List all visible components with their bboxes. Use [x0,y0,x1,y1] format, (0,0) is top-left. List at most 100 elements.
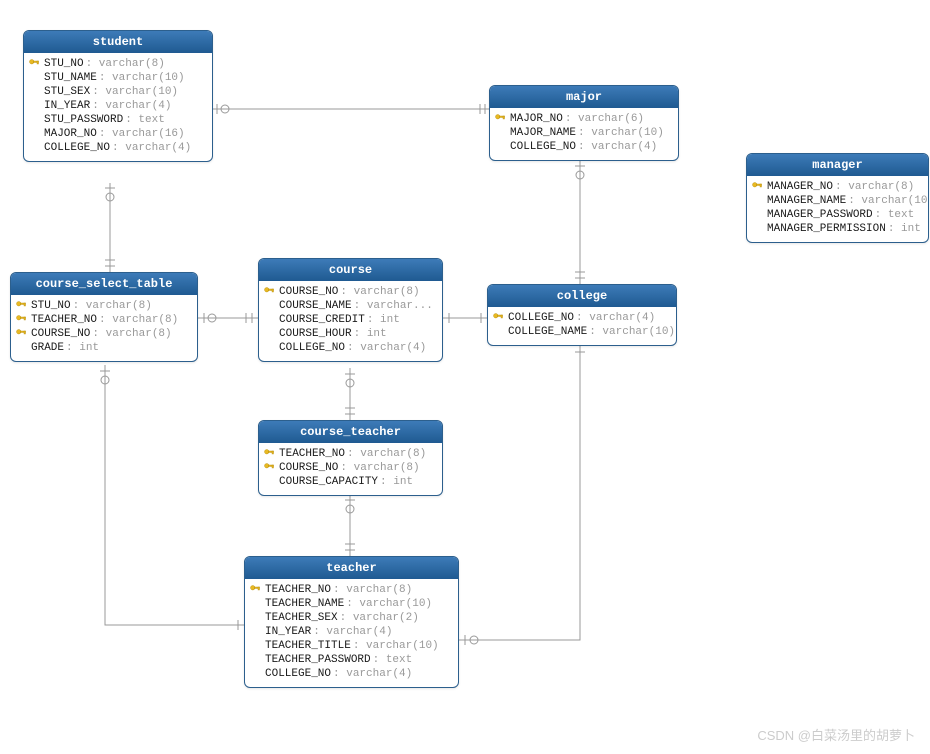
field-type: : varchar(8) [340,462,419,474]
field-row: MAJOR_NAME: varchar(10) [494,126,672,140]
field-name: TEACHER_NO [265,584,331,596]
field-name: MAJOR_NO [44,128,97,140]
entity-title: course_teacher [259,421,442,443]
field-type: : varchar(4) [333,668,412,680]
field-name: MANAGER_PASSWORD [767,209,873,221]
field-row: MANAGER_NO: varchar(8) [751,180,922,194]
primary-key-icon [492,312,506,324]
field-name: IN_YEAR [265,626,311,638]
field-type: : varchar(10) [848,195,929,207]
field-name: MANAGER_PERMISSION [767,223,886,235]
field-name: MAJOR_NO [510,113,563,125]
field-name: MAJOR_NAME [510,127,576,139]
field-type: : varchar(4) [92,100,171,112]
field-row: IN_YEAR: varchar(4) [28,99,206,113]
entity-title: teacher [245,557,458,579]
primary-key-icon [263,448,277,460]
field-type: : varchar(4) [578,141,657,153]
field-type: : varchar(8) [333,584,412,596]
watermark-text: CSDN @白菜汤里的胡萝卜 [757,725,915,744]
field-type: : text [875,209,915,221]
field-name: IN_YEAR [44,100,90,112]
entity-fields: COLLEGE_NO: varchar(4)COLLEGE_NAME: varc… [488,307,676,345]
field-type: : varchar(10) [589,326,675,338]
field-row: STU_NO: varchar(8) [15,299,191,313]
field-row: TEACHER_NO: varchar(8) [15,313,191,327]
entity-title: major [490,86,678,108]
field-row: COLLEGE_NAME: varchar(10) [492,325,670,339]
entity-course[interactable]: courseCOURSE_NO: varchar(8)COURSE_NAME: … [258,258,443,362]
field-name: TEACHER_TITLE [265,640,351,652]
entity-fields: TEACHER_NO: varchar(8)COURSE_NO: varchar… [259,443,442,495]
entity-major[interactable]: majorMAJOR_NO: varchar(6)MAJOR_NAME: var… [489,85,679,161]
field-row: MANAGER_NAME: varchar(10) [751,194,922,208]
field-type: : varchar(16) [99,128,185,140]
field-type: : int [354,328,387,340]
field-row: TEACHER_SEX: varchar(2) [249,611,452,625]
field-name: GRADE [31,342,64,354]
field-type: : int [380,476,413,488]
entity-course_select_table[interactable]: course_select_tableSTU_NO: varchar(8)TEA… [10,272,198,362]
field-row: COURSE_CREDIT: int [263,313,436,327]
field-name: COURSE_CREDIT [279,314,365,326]
field-row: COURSE_CAPACITY: int [263,475,436,489]
entity-manager[interactable]: managerMANAGER_NO: varchar(8)MANAGER_NAM… [746,153,929,243]
field-name: COLLEGE_NO [44,142,110,154]
entity-title: course_select_table [11,273,197,295]
field-row: MANAGER_PASSWORD: text [751,208,922,222]
field-name: TEACHER_NO [279,448,345,460]
field-row: COLLEGE_NO: varchar(4) [492,311,670,325]
field-name: COURSE_NO [31,328,90,340]
field-name: STU_NAME [44,72,97,84]
field-type: : varchar(8) [73,300,152,312]
field-type: : varchar(8) [835,181,914,193]
field-name: STU_NO [31,300,71,312]
field-row: COLLEGE_NO: varchar(4) [263,341,436,355]
entity-title: student [24,31,212,53]
field-name: COURSE_NO [279,286,338,298]
field-name: STU_PASSWORD [44,114,123,126]
field-row: COLLEGE_NO: varchar(4) [494,140,672,154]
field-name: MANAGER_NO [767,181,833,193]
entity-student[interactable]: studentSTU_NO: varchar(8)STU_NAME: varch… [23,30,213,162]
field-name: TEACHER_SEX [265,612,338,624]
field-type: : varchar(10) [346,598,432,610]
field-row: IN_YEAR: varchar(4) [249,625,452,639]
field-name: COLLEGE_NO [279,342,345,354]
entity-fields: COURSE_NO: varchar(8)COURSE_NAME: varcha… [259,281,442,361]
field-type: : int [367,314,400,326]
field-name: TEACHER_PASSWORD [265,654,371,666]
field-name: COURSE_HOUR [279,328,352,340]
entity-fields: STU_NO: varchar(8)TEACHER_NO: varchar(8)… [11,295,197,361]
entity-course_teacher[interactable]: course_teacherTEACHER_NO: varchar(8)COUR… [258,420,443,496]
entity-college[interactable]: collegeCOLLEGE_NO: varchar(4)COLLEGE_NAM… [487,284,677,346]
field-type: : varchar(8) [86,58,165,70]
field-row: TEACHER_NO: varchar(8) [263,447,436,461]
field-row: STU_PASSWORD: text [28,113,206,127]
field-row: COURSE_NO: varchar(8) [263,461,436,475]
field-name: STU_SEX [44,86,90,98]
field-type: : text [373,654,413,666]
primary-key-icon [15,300,29,312]
entity-teacher[interactable]: teacher TEACHER_NO: varchar(8) TEACHER_NAM… [244,556,459,688]
field-type: : varchar(4) [347,342,426,354]
primary-key-icon [28,58,42,70]
field-type: : varchar(8) [92,328,171,340]
primary-key-icon [751,181,765,193]
field-type: : varchar(6) [565,113,644,125]
field-name: TEACHER_NAME [265,598,344,610]
entity-fields: MANAGER_NO: varchar(8)MANAGER_NAME: varc… [747,176,928,242]
primary-key-icon [15,328,29,340]
field-row: COURSE_NO: varchar(8) [15,327,191,341]
field-type: : varchar(10) [353,640,439,652]
field-name: COLLEGE_NO [510,141,576,153]
field-name: TEACHER_NO [31,314,97,326]
field-type: : int [66,342,99,354]
field-type: : varchar(2) [340,612,419,624]
field-name: MANAGER_NAME [767,195,846,207]
field-row: COURSE_HOUR: int [263,327,436,341]
field-row: STU_SEX: varchar(10) [28,85,206,99]
field-row: COURSE_NAME: varchar... [263,299,436,313]
field-name: COURSE_NAME [279,300,352,312]
entity-fields: STU_NO: varchar(8)STU_NAME: varchar(10)S… [24,53,212,161]
